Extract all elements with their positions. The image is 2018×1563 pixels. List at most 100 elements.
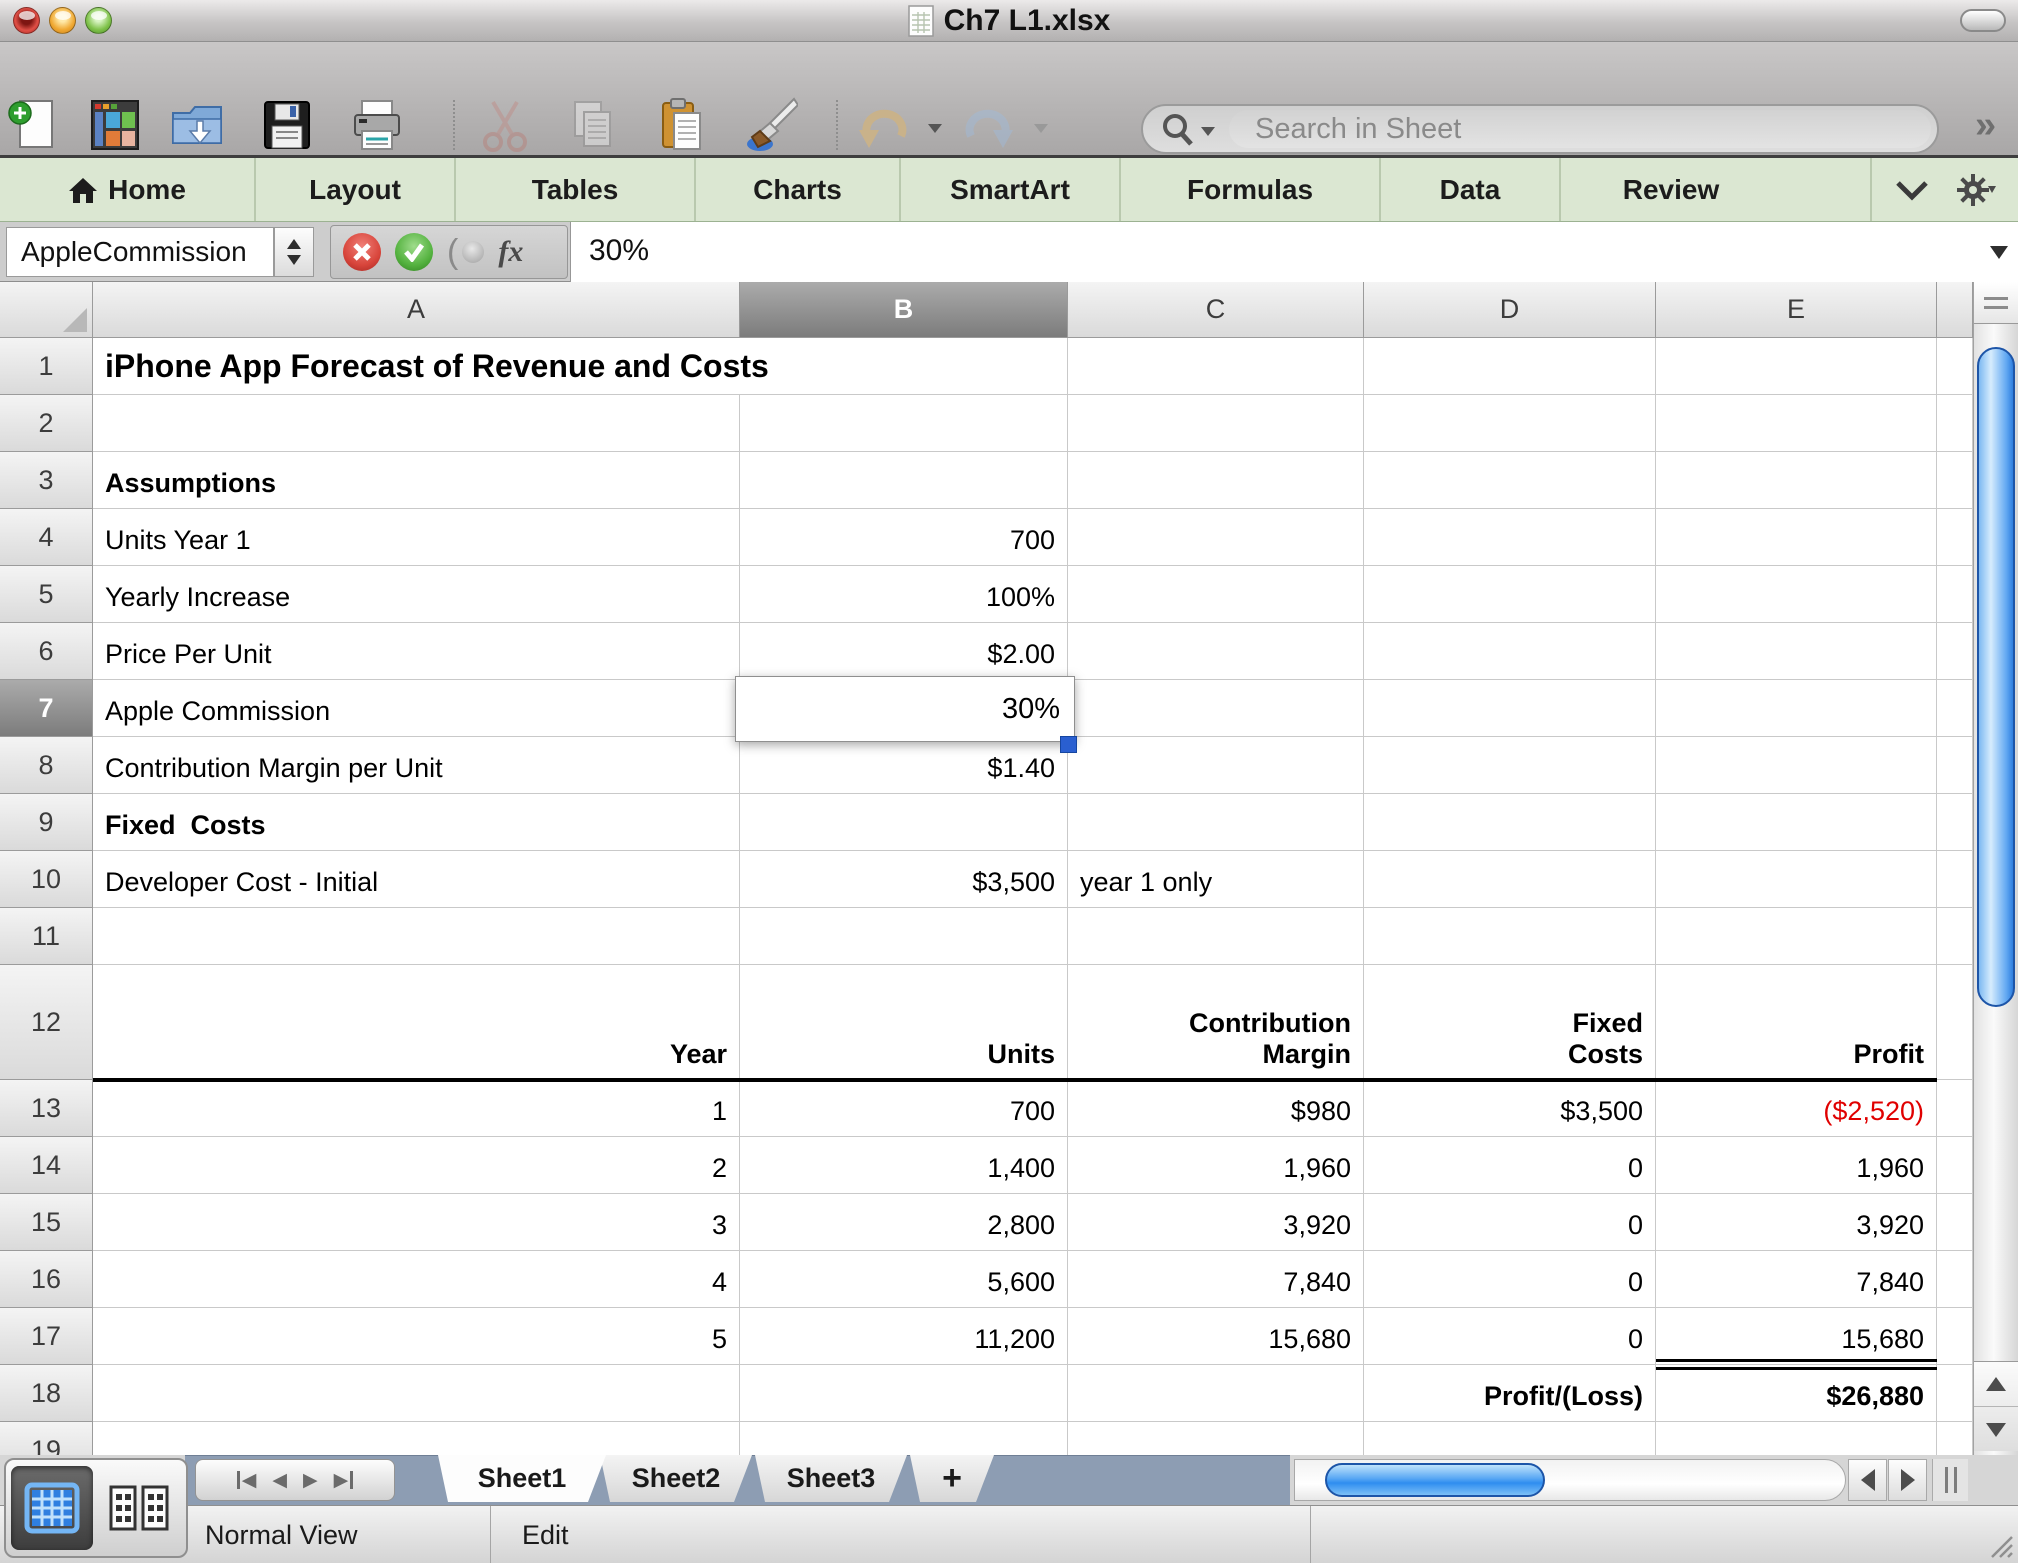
template-gallery-button[interactable] (84, 96, 146, 154)
cell-E18[interactable]: $26,880 (1656, 1365, 1937, 1422)
cell-E6[interactable] (1656, 623, 1937, 680)
cell-D14[interactable]: 0 (1364, 1137, 1656, 1194)
copy-button[interactable] (562, 96, 624, 154)
row-header-14[interactable]: 14 (0, 1137, 93, 1194)
row-header-9[interactable]: 9 (0, 794, 93, 851)
redo-button[interactable] (958, 96, 1020, 154)
active-cell-editor[interactable]: 30% (735, 676, 1077, 753)
cell-C16[interactable]: 7,840 (1068, 1251, 1364, 1308)
cell-C3[interactable] (1068, 452, 1364, 509)
column-header-D[interactable]: D (1364, 282, 1656, 338)
paste-button[interactable] (652, 96, 714, 154)
column-header-B[interactable]: B (740, 282, 1068, 338)
cell-A15[interactable]: 3 (93, 1194, 740, 1251)
cell-B6[interactable]: $2.00 (740, 623, 1068, 680)
tab-tables[interactable]: Tables (456, 158, 696, 221)
cell-F6[interactable] (1937, 623, 1973, 680)
format-painter-button[interactable] (740, 96, 802, 154)
cell-E19[interactable] (1656, 1422, 1937, 1455)
cell-B9[interactable] (740, 794, 1068, 851)
cell-C12[interactable]: Contribution Margin (1068, 965, 1364, 1080)
redo-dropdown-caret[interactable] (1034, 124, 1048, 133)
cell-E16[interactable]: 7,840 (1656, 1251, 1937, 1308)
row-header-16[interactable]: 16 (0, 1251, 93, 1308)
window-resize-grip[interactable] (1986, 1531, 2014, 1559)
cell-A3[interactable]: Assumptions (93, 452, 740, 509)
sheet-tab-sheet1[interactable]: Sheet1 (438, 1455, 606, 1502)
cell-A7[interactable]: Apple Commission (93, 680, 740, 737)
vertical-scrollbar[interactable] (1973, 282, 2018, 1455)
column-header-A[interactable]: A (93, 282, 740, 338)
cell-D7[interactable] (1364, 680, 1656, 737)
cell-B12[interactable]: Units (740, 965, 1068, 1080)
cell-A6[interactable]: Price Per Unit (93, 623, 740, 680)
cell-E15[interactable]: 3,920 (1656, 1194, 1937, 1251)
cell-F9[interactable] (1937, 794, 1973, 851)
row-header-13[interactable]: 13 (0, 1080, 93, 1137)
cell-C8[interactable] (1068, 737, 1364, 794)
name-box-stepper[interactable] (274, 227, 314, 277)
horizontal-scrollbar[interactable] (1294, 1459, 1846, 1501)
search-input[interactable] (1253, 108, 1893, 150)
cell-A9[interactable]: Fixed Costs (93, 794, 740, 851)
cell-D8[interactable] (1364, 737, 1656, 794)
name-box[interactable] (6, 227, 274, 277)
search-scope-caret[interactable] (1201, 127, 1215, 136)
row-header-10[interactable]: 10 (0, 851, 93, 908)
cell-B16[interactable]: 5,600 (740, 1251, 1068, 1308)
horizontal-scrollbar-thumb[interactable] (1325, 1463, 1545, 1497)
cell-D13[interactable]: $3,500 (1364, 1080, 1656, 1137)
cell-A1[interactable]: iPhone App Forecast of Revenue and Costs (93, 338, 1068, 395)
cell-B13[interactable]: 700 (740, 1080, 1068, 1137)
cell-D1[interactable] (1364, 338, 1656, 395)
cell-B18[interactable] (740, 1365, 1068, 1422)
cell-C9[interactable] (1068, 794, 1364, 851)
cell-A2[interactable] (93, 395, 740, 452)
cell-E3[interactable] (1656, 452, 1937, 509)
cell-E13[interactable]: ($2,520) (1656, 1080, 1937, 1137)
cell-A13[interactable]: 1 (93, 1080, 740, 1137)
cell-F11[interactable] (1937, 908, 1973, 965)
row-header-5[interactable]: 5 (0, 566, 93, 623)
cell-A12[interactable]: Year (93, 965, 740, 1080)
cell-E4[interactable] (1656, 509, 1937, 566)
cell-F10[interactable] (1937, 851, 1973, 908)
cell-D2[interactable] (1364, 395, 1656, 452)
cell-B11[interactable] (740, 908, 1068, 965)
tab-smartart[interactable]: SmartArt (901, 158, 1121, 221)
cell-B2[interactable] (740, 395, 1068, 452)
cell-E5[interactable] (1656, 566, 1937, 623)
column-header-E[interactable]: E (1656, 282, 1937, 338)
cell-E1[interactable] (1656, 338, 1937, 395)
cell-F8[interactable] (1937, 737, 1973, 794)
horizontal-split-handle[interactable] (1932, 1459, 1968, 1501)
cell-D17[interactable]: 0 (1364, 1308, 1656, 1365)
cell-F2[interactable] (1937, 395, 1973, 452)
fill-handle[interactable] (1060, 736, 1077, 753)
cell-B15[interactable]: 2,800 (740, 1194, 1068, 1251)
cell-C1[interactable] (1068, 338, 1364, 395)
cell-A19[interactable] (93, 1422, 740, 1455)
row-header-2[interactable]: 2 (0, 395, 93, 452)
row-header-11[interactable]: 11 (0, 908, 93, 965)
cell-F4[interactable] (1937, 509, 1973, 566)
row-header-12[interactable]: 12 (0, 965, 93, 1080)
cell-B10[interactable]: $3,500 (740, 851, 1068, 908)
cell-E11[interactable] (1656, 908, 1937, 965)
cell-C5[interactable] (1068, 566, 1364, 623)
cell-E10[interactable] (1656, 851, 1937, 908)
ribbon-collapse-chevron-icon[interactable] (1894, 179, 1930, 201)
cell-D10[interactable] (1364, 851, 1656, 908)
tab-home[interactable]: Home (0, 158, 256, 221)
sheet-tab-sheet2[interactable]: Sheet2 (600, 1455, 752, 1502)
scroll-up-button[interactable] (1974, 1362, 2018, 1407)
cell-D12[interactable]: Fixed Costs (1364, 965, 1656, 1080)
cell-A18[interactable] (93, 1365, 740, 1422)
cell-C14[interactable]: 1,960 (1068, 1137, 1364, 1194)
select-all-corner[interactable] (0, 282, 93, 338)
cell-F7[interactable] (1937, 680, 1973, 737)
row-header-17[interactable]: 17 (0, 1308, 93, 1365)
cell-C19[interactable] (1068, 1422, 1364, 1455)
tab-charts[interactable]: Charts (696, 158, 901, 221)
scroll-down-button[interactable] (1974, 1407, 2018, 1452)
